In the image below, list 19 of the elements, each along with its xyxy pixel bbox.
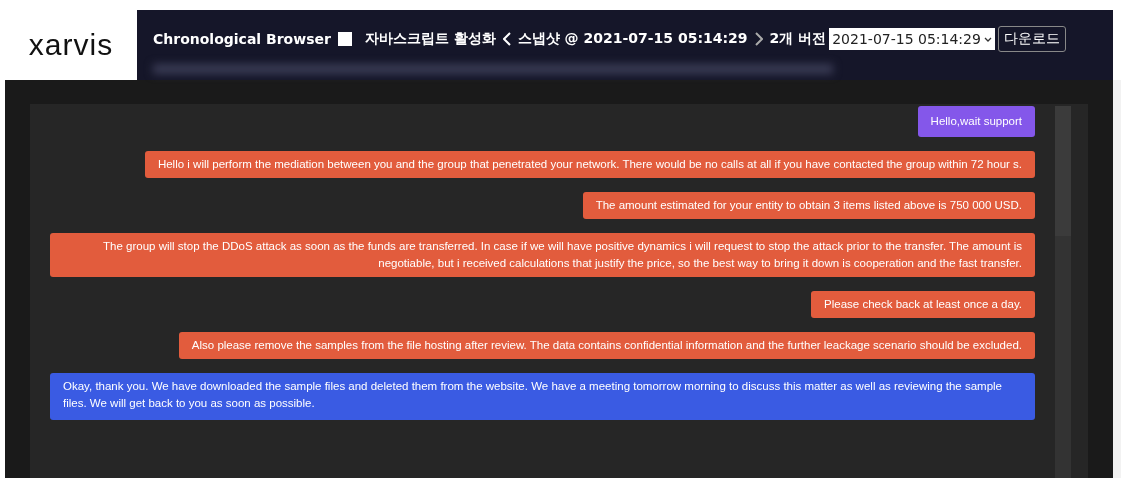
- chevron-right-icon[interactable]: [754, 32, 763, 46]
- message-bubble: Also please remove the samples from the file hosting after review. The data contains confidential information and the further leackage scenario should be excluded.: [178, 332, 1035, 359]
- snapshot-label: 스냅샷 @ 2021-07-15 05:14:29: [517, 30, 748, 48]
- caret-icon: [983, 36, 992, 42]
- chevron-left-icon[interactable]: [502, 32, 511, 46]
- download-button[interactable]: 다운로드: [997, 26, 1066, 52]
- message-bubble: The group will stop the DDoS attack as soon as the funds are transferred. In case if we will have positive dynamics i will request to stop the attack prior to the transfer. The amount is negotiable, but i received calculations that justify the price, so the best way to bring it down is cooperation and the fast transfer.: [50, 233, 1035, 277]
- version-select[interactable]: 2021-07-15 05:14:29: [829, 28, 995, 50]
- app-title: Chronological Browser: [153, 31, 331, 47]
- square-icon: [337, 32, 352, 46]
- page-scrollbar[interactable]: [1113, 80, 1121, 478]
- message-bubble: Please check back at least once a day.: [811, 291, 1035, 318]
- message-bubble: The amount estimated for your entity to obtain 3 items listed above is 750 000 USD.: [582, 192, 1035, 219]
- message-bubble: Okay, thank you. We have downloaded the sample files and deleted them from the website. We have a meeting tomorrow morning to discuss this matter as well as reviewing the sample files. We will get back to you as soon as possible.: [50, 373, 1035, 420]
- versions-label: 2개 버전: [769, 30, 827, 48]
- message-bubble: Hello,wait support: [917, 106, 1035, 137]
- message-bubble: Hello i will perform the mediation between you and the group that penetrated your network. There would be no calls at all if you have contacted the group within 72 hour s.: [144, 151, 1035, 178]
- logo: xarvis: [5, 10, 137, 80]
- javascript-toggle[interactable]: 자바스크립트 활성화: [364, 30, 496, 48]
